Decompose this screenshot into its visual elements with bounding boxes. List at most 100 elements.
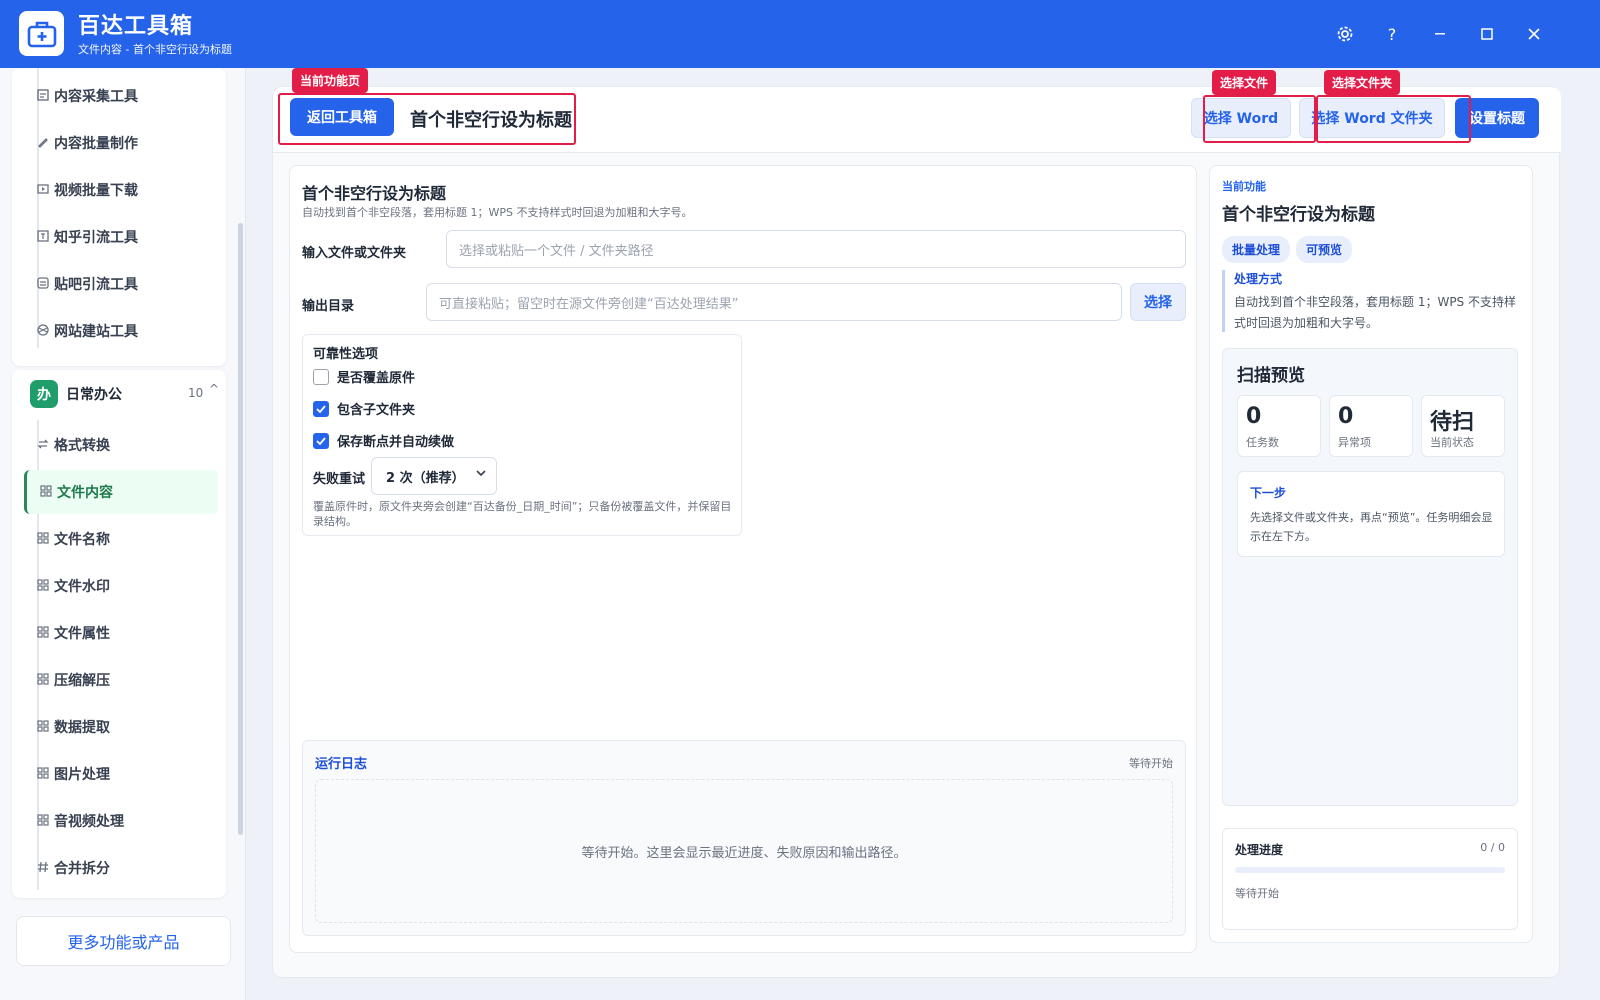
globe-icon [36,323,50,337]
input-label: 输入文件或文件夹 [302,246,407,261]
method-description: 自动找到首个非空段落，套用标题 1；WPS 不支持样式时回退为加粗和大字号。 [1234,295,1516,330]
choose-output-button[interactable]: 选择 [1130,283,1186,321]
sidebar-item-tool-3[interactable]: 知乎引流工具 [24,215,218,259]
maximize-icon[interactable] [1475,22,1499,46]
sidebar-item-label: 视频批量下载 [54,183,138,199]
form-title: 首个非空行设为标题 [302,184,447,203]
group-count: 10 [188,386,204,400]
toolbox-logo-icon [19,11,64,56]
info-panel: 当前功能 首个非空行设为标题 批量处理 可预览 处理方式 自动找到首个非空段落，… [1209,165,1533,943]
minimize-icon[interactable] [1428,22,1452,46]
log-title: 运行日志 [315,757,368,772]
next-step-description: 先选择文件或文件夹，再点“预览”。任务明细会显示在左下方。 [1250,511,1493,543]
sidebar-item-label: 文件水印 [54,579,110,595]
group-name: 日常办公 [66,387,122,403]
output-label: 输出目录 [302,299,355,314]
form-description: 自动找到首个非空段落，套用标题 1；WPS 不支持样式时回退为加粗和大字号。 [302,206,693,219]
grid-icon [36,531,50,545]
stat-errors-value: 0 [1338,404,1354,429]
sidebar-item-label: 音视频处理 [54,814,124,830]
progress-count: 0 / 0 [1480,841,1505,854]
sidebar-item-office-9[interactable]: 合并拆分 [24,846,218,890]
grid-icon [36,766,50,780]
stat-errors-label: 异常项 [1338,436,1371,449]
method-title: 处理方式 [1234,272,1283,286]
overwrite-option[interactable]: 是否覆盖原件 [313,367,415,386]
sidebar-item-office-2[interactable]: 文件名称 [24,517,218,561]
overwrite-label: 是否覆盖原件 [337,371,416,386]
sidebar-item-office-7[interactable]: 图片处理 [24,752,218,796]
more-products-button[interactable]: 更多功能或产品 [16,916,231,966]
sidebar-item-office-6[interactable]: 数据提取 [24,705,218,749]
current-function-title: 首个非空行设为标题 [1222,205,1375,225]
sidebar-item-tool-5[interactable]: 网站建站工具 [24,309,218,353]
sidebar-item-label: 数据提取 [54,720,110,736]
input-path-field[interactable]: 选择或粘贴一个文件 / 文件夹路径 [446,230,1186,268]
scan-preview: 扫描预览 0 任务数 0 异常项 待扫 当前状态 下一步 先选择文件或文件夹，再… [1222,348,1518,806]
resume-checkbox[interactable] [313,432,329,449]
sidebar-item-office-8[interactable]: 音视频处理 [24,799,218,843]
highlight-select-folder [1316,95,1471,143]
sidebar-item-office-5[interactable]: 压缩解压 [24,658,218,702]
close-icon[interactable] [1522,22,1546,46]
sidebar-item-office-4[interactable]: 文件属性 [24,611,218,655]
sidebar-item-label: 文件内容 [57,485,113,501]
subfolder-option[interactable]: 包含子文件夹 [313,399,415,418]
progress-status: 等待开始 [1235,887,1279,900]
subfolder-checkbox[interactable] [313,400,329,417]
grid-icon [36,578,50,592]
chip-preview: 可预览 [1296,236,1353,263]
options-note: 覆盖原件时，原文件夹旁会创建“百达备份_日期_时间”；只备份被覆盖文件，并保留目… [313,500,732,528]
sidebar-group-office[interactable]: 办 日常办公 [30,379,122,409]
swap-icon [36,437,50,451]
sidebar-item-tool-1[interactable]: 内容批量制作 [24,121,218,165]
sidebar-item-tool-0[interactable]: 内容采集工具 [24,74,218,118]
sidebar-item-label: 内容批量制作 [54,136,138,152]
output-dir-field[interactable]: 可直接粘贴；留空时在源文件旁创建“百达处理结果” [426,283,1122,321]
tieba-icon [36,276,50,290]
run-log: 运行日志 等待开始 等待开始。这里会显示最近进度、失败原因和输出路径。 [302,740,1186,936]
pencil-icon [36,135,50,149]
chevron-up-icon[interactable]: ^ [209,382,219,396]
log-status: 等待开始 [1129,757,1173,770]
sidebar-item-office-3[interactable]: 文件水印 [24,564,218,608]
stat-status-label: 当前状态 [1430,436,1474,449]
form-panel: 首个非空行设为标题 自动找到首个非空段落，套用标题 1；WPS 不支持样式时回退… [289,165,1197,953]
stat-status: 待扫 当前状态 [1421,395,1505,457]
tag-select-folder: 选择文件夹 [1324,70,1401,95]
retry-value: 2 次（推荐） [386,470,465,486]
sidebar-item-tool-2[interactable]: 视频批量下载 [24,168,218,212]
tag-current-page: 当前功能页 [292,68,369,93]
resume-option[interactable]: 保存断点并自动续做 [313,431,454,450]
sidebar-item-tool-4[interactable]: 贴吧引流工具 [24,262,218,306]
sidebar-item-office-0[interactable]: 格式转换 [24,423,218,467]
scan-title: 扫描预览 [1237,366,1305,386]
help-icon[interactable]: ? [1380,22,1404,46]
app-title: 百达工具箱 [78,14,194,39]
progress-title: 处理进度 [1235,843,1284,857]
progress-bar [1235,867,1505,873]
office-badge-icon: 办 [30,380,58,408]
grid-icon [36,813,50,827]
resume-label: 保存断点并自动续做 [337,435,455,450]
video-icon [36,182,50,196]
overwrite-checkbox[interactable] [313,368,329,385]
sidebar-item-label: 合并拆分 [54,861,110,877]
retry-label: 失败重试 [313,472,366,487]
method-accent [1222,270,1225,332]
sidebar-scrollbar[interactable] [238,223,243,835]
grid-icon [36,719,50,733]
app-subtitle: 文件内容 - 首个非空行设为标题 [78,43,232,56]
sidebar-item-label: 网站建站工具 [54,324,138,340]
sidebar-item-office-1[interactable]: 文件内容 [24,470,218,514]
sidebar-item-label: 内容采集工具 [54,89,138,105]
settings-gear-icon[interactable] [1333,22,1357,46]
sidebar: 内容采集工具 内容批量制作 视频批量下载知乎引流工具 贴吧引流工具网站建站工具 办 日… [0,68,246,1000]
sidebar-item-label: 文件名称 [54,532,110,548]
chip-batch: 批量处理 [1222,236,1291,263]
stat-tasks-value: 0 [1246,404,1262,429]
sidebar-item-label: 压缩解压 [54,673,110,689]
stat-status-value: 待扫 [1430,410,1475,435]
title-bar: 百达工具箱 文件内容 - 首个非空行设为标题 ? [0,0,1600,68]
retry-select[interactable]: 2 次（推荐） [371,457,497,495]
